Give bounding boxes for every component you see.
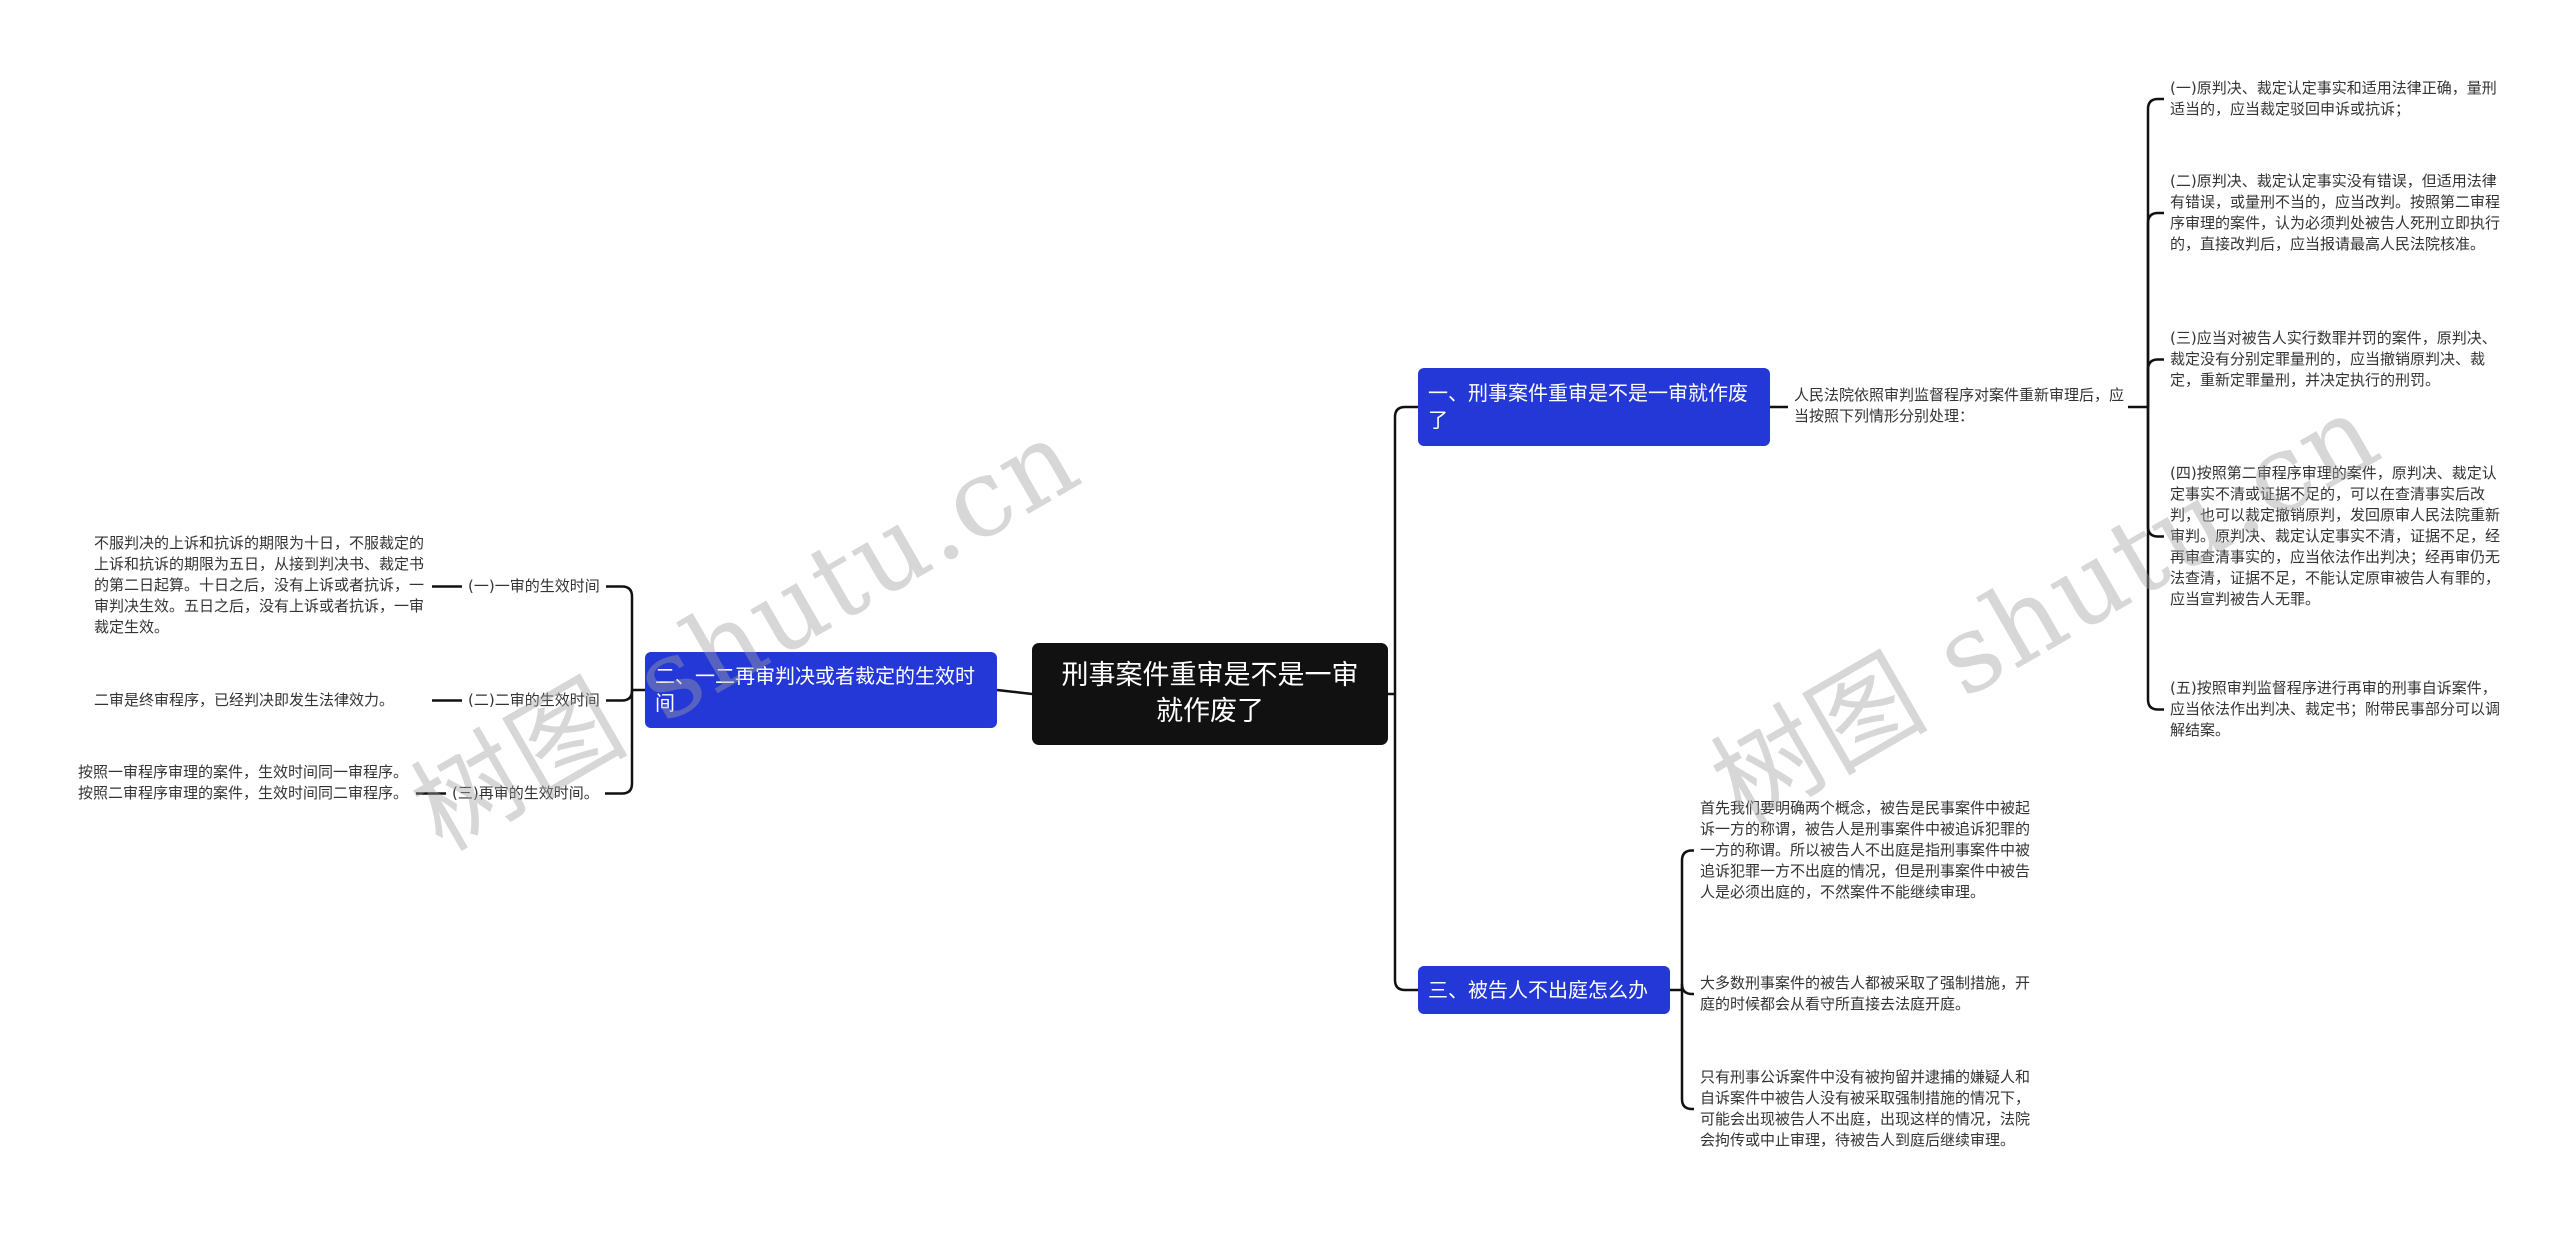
- branch-1-item-3[interactable]: (三)应当对被告人实行数罪并罚的案件，原判决、裁定没有分别定罪量刑的，应当撤销原…: [2170, 328, 2510, 391]
- branch-2-subtopic-1-detail-text: 不服判决的上诉和抗诉的期限为十日，不服裁定的上诉和抗诉的期限为五日，从接到判决书…: [94, 534, 425, 636]
- connector-root-right-link-0: [1393, 405, 1418, 694]
- connector-branch-3-items-link-0: [1680, 849, 1694, 990]
- branch-topic-3-text: 三、被告人不出庭怎么办: [1428, 977, 1648, 1002]
- branch-1-item-4-text: (四)按照第二审程序审理的案件，原判决、裁定认定事实不清或证据不足的，可以在查清…: [2170, 464, 2501, 608]
- branch-2-subtopic-3-detail-text: 按照一审程序审理的案件，生效时间同一审程序。按照二审程序审理的案件，生效时间同二…: [78, 763, 409, 802]
- connector-branch-1-items-link-3: [2146, 407, 2164, 538]
- branch-3-item-3-text: 只有刑事公诉案件中没有被拘留并逮捕的嫌疑人和自诉案件中被告人没有被采取强制措施的…: [1700, 1068, 2031, 1149]
- branch-2-subtopic-2-text: (二)二审的生效时间: [468, 691, 600, 709]
- branch-3-item-1-text: 首先我们要明确两个概念，被告是民事案件中被起诉一方的称谓，被告人是刑事案件中被追…: [1700, 799, 2031, 901]
- branch-1-item-2-text: (二)原判决、裁定认定事实没有错误，但适用法律有错误，或量刑不当的，应当改判。按…: [2170, 172, 2501, 253]
- branch-topic-1[interactable]: 一、刑事案件重审是不是一审就作废了: [1418, 368, 1770, 446]
- branch-2-subtopic-2-detail-text: 二审是终审程序，已经判决即发生法律效力。: [94, 691, 395, 709]
- branch-topic-2[interactable]: 二、一二再审判决或者裁定的生效时间: [645, 652, 997, 728]
- branch-2-subtopic-1-detail[interactable]: 不服判决的上诉和抗诉的期限为十日，不服裁定的上诉和抗诉的期限为五日，从接到判决书…: [94, 533, 426, 638]
- branch-1-intro[interactable]: 人民法院依照审判监督程序对案件重新审理后，应当按照下列情形分别处理：: [1794, 385, 2124, 427]
- connector-root-right-link-1: [1393, 694, 1418, 992]
- branch-3-item-2[interactable]: 大多数刑事案件的被告人都被采取了强制措施，开庭的时候都会从看守所直接去法庭开庭。: [1700, 973, 2040, 1015]
- branch-3-item-2-text: 大多数刑事案件的被告人都被采取了强制措施，开庭的时候都会从看守所直接去法庭开庭。: [1700, 974, 2031, 1013]
- branch-2-subtopic-3-detail[interactable]: 按照一审程序审理的案件，生效时间同一审程序。按照二审程序审理的案件，生效时间同二…: [78, 762, 410, 804]
- branch-topic-2-text: 二、一二再审判决或者裁定的生效时间: [655, 664, 975, 715]
- branch-1-item-1[interactable]: (一)原判决、裁定认定事实和适用法律正确，量刑适当的，应当裁定驳回申诉或抗诉；: [2170, 78, 2510, 120]
- branch-2-subtopic-2-detail[interactable]: 二审是终审程序，已经判决即发生法律效力。: [94, 690, 434, 711]
- connector-root-left: [996, 688, 1033, 696]
- connector-branch-3-items-link-1: [1680, 983, 1694, 996]
- branch-1-item-2[interactable]: (二)原判决、裁定认定事实没有错误，但适用法律有错误，或量刑不当的，应当改判。按…: [2170, 171, 2510, 255]
- branch-topic-1-text: 一、刑事案件重审是不是一审就作废了: [1428, 381, 1748, 432]
- branch-2-subtopic-1-text: (一)一审的生效时间: [468, 577, 600, 595]
- branch-1-item-1-text: (一)原判决、裁定认定事实和适用法律正确，量刑适当的，应当裁定驳回申诉或抗诉；: [2170, 79, 2497, 118]
- connector-branch-2-subtopics-link-0: [606, 585, 634, 690]
- branch-topic-3[interactable]: 三、被告人不出庭怎么办: [1418, 966, 1670, 1014]
- branch-1-item-4[interactable]: (四)按照第二审程序审理的案件，原判决、裁定认定事实不清或证据不足的，可以在查清…: [2170, 463, 2510, 610]
- branch-1-item-5[interactable]: (五)按照审判监督程序进行再审的刑事自诉案件，应当依法作出判决、裁定书；附带民事…: [2170, 678, 2510, 741]
- watermark-left: 树图 shutu.cn: [392, 394, 1100, 875]
- branch-2-subtopic-3-text: (三)再审的生效时间。: [452, 784, 599, 802]
- connector-branch-3-items-link-2: [1680, 990, 1694, 1111]
- branch-2-subtopic-1[interactable]: (一)一审的生效时间: [468, 576, 600, 597]
- branch-1-intro-text: 人民法院依照审判监督程序对案件重新审理后，应当按照下列情形分别处理：: [1794, 386, 2125, 425]
- connector-branch-1-items-link-1: [2146, 211, 2164, 407]
- branch-1-item-3-text: (三)应当对被告人实行数罪并罚的案件，原判决、裁定没有分别定罪量刑的，应当撤销原…: [2170, 329, 2497, 389]
- connector-branch-2-subtopics-link-2: [605, 690, 634, 795]
- connector-branch-1-items-link-4: [2146, 407, 2164, 711]
- branch-2-subtopic-3[interactable]: (三)再审的生效时间。: [452, 783, 599, 804]
- root-topic[interactable]: 刑事案件重审是不是一审就作废了: [1032, 643, 1388, 745]
- mindmap-canvas: 刑事案件重审是不是一审就作废了 一、刑事案件重审是不是一审就作废了 人民法院依照…: [0, 0, 2560, 1243]
- branch-3-item-1[interactable]: 首先我们要明确两个概念，被告是民事案件中被起诉一方的称谓，被告人是刑事案件中被追…: [1700, 798, 2040, 903]
- branch-2-subtopic-2[interactable]: (二)二审的生效时间: [468, 690, 600, 711]
- connector-branch-1-items-link-0: [2146, 97, 2164, 407]
- connector-branch-1-items-link-2: [2146, 358, 2164, 407]
- connector-branch-2-subtopics-link-1: [606, 690, 634, 702]
- branch-1-item-5-text: (五)按照审判监督程序进行再审的刑事自诉案件，应当依法作出判决、裁定书；附带民事…: [2170, 679, 2501, 739]
- root-topic-text: 刑事案件重审是不是一审就作废了: [1061, 660, 1359, 727]
- branch-3-item-3[interactable]: 只有刑事公诉案件中没有被拘留并逮捕的嫌疑人和自诉案件中被告人没有被采取强制措施的…: [1700, 1067, 2040, 1151]
